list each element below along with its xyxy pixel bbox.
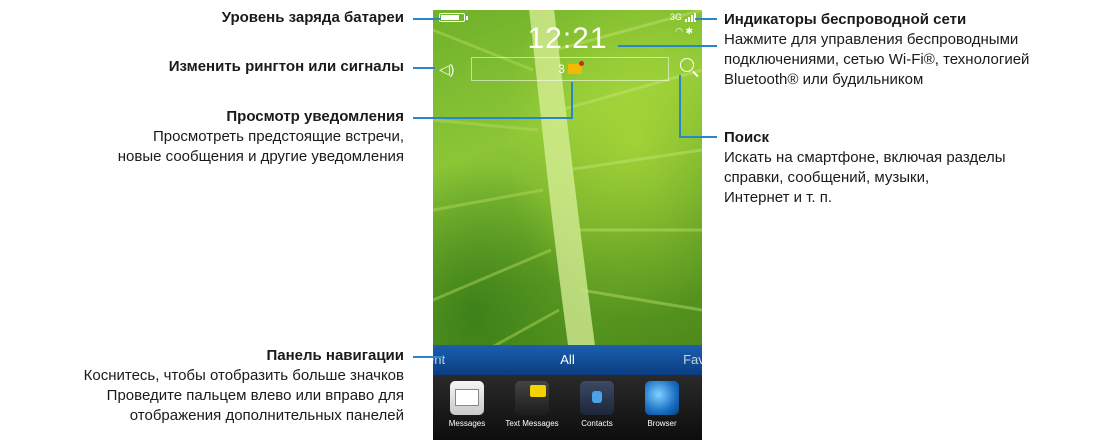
app-messages[interactable]: Messages	[436, 381, 498, 428]
tab-all[interactable]: All	[433, 352, 702, 367]
wireless-callout-line	[695, 18, 717, 20]
notification-callout-line	[413, 117, 573, 119]
wireless-callout-line-2: подключениями, сетью Wi-Fi®, технологией	[724, 51, 1030, 68]
network-status[interactable]: 3G	[670, 12, 696, 22]
notification-count: 3	[558, 62, 565, 76]
app-label: Messages	[448, 419, 486, 428]
wireless-callout-title: Индикаторы беспроводной сети	[724, 11, 967, 28]
mail-icon	[450, 381, 484, 415]
navbar-callout-line-1: Коснитесь, чтобы отобразить больше значк…	[83, 367, 404, 384]
navigation-bar[interactable]: ent All Favo	[433, 345, 702, 375]
battery-callout: Уровень заряда батареи	[222, 8, 404, 28]
search-callout-line-1: Искать на смартфоне, включая разделы	[724, 149, 1006, 166]
battery-callout-title: Уровень заряда батареи	[221, 9, 404, 26]
notification-callout-line-1: Просмотреть предстоящие встречи,	[152, 128, 404, 145]
app-dock: Messages Text Messages Contacts Browser	[433, 375, 702, 440]
notification-callout-line-2: новые сообщения и другие уведомления	[117, 148, 404, 165]
navbar-callout-line-3: отображения дополнительных панелей	[129, 407, 404, 424]
notification-callout-connector	[571, 82, 573, 119]
app-contacts[interactable]: Contacts	[566, 381, 628, 428]
search-callout-line	[679, 136, 717, 138]
navbar-callout-line	[413, 356, 443, 358]
contacts-icon	[580, 381, 614, 415]
battery-icon[interactable]	[439, 13, 468, 22]
browser-icon	[645, 381, 679, 415]
text-messages-icon	[515, 381, 549, 415]
signal-icon	[685, 12, 696, 22]
wireless-callout-line-2	[618, 45, 717, 47]
envelope-icon	[567, 61, 584, 74]
ringtone-callout-title: Изменить рингтон или сигналы	[168, 58, 404, 75]
wireless-callout: Индикаторы беспроводной сети Нажмите для…	[724, 10, 1029, 90]
ringtone-callout: Изменить рингтон или сигналы	[169, 57, 404, 77]
wireless-callout-line-3: Bluetooth® или будильником	[724, 71, 924, 88]
search-icon[interactable]	[680, 58, 694, 72]
app-label: Browser	[647, 419, 677, 428]
search-callout-line-3: Интернет и т. п.	[724, 189, 832, 206]
notification-bar[interactable]: 3	[471, 57, 669, 81]
app-text-messages[interactable]: Text Messages	[501, 381, 563, 428]
tab-favorites[interactable]: Favo	[683, 352, 702, 367]
notification-callout: Просмотр уведомления Просмотреть предсто…	[118, 107, 404, 167]
network-type-label: 3G	[669, 12, 682, 22]
app-label: Contacts	[581, 419, 613, 428]
app-browser[interactable]: Browser	[631, 381, 693, 428]
ringtone-callout-line	[413, 67, 435, 69]
wireless-callout-line-1: Нажмите для управления беспроводными	[724, 31, 1019, 48]
phone-screen: 3G 12:21 ◠ ✱ ◁) 3 ent All Favo Messages …	[433, 10, 702, 440]
navbar-callout: Панель навигации Коснитесь, чтобы отобра…	[84, 346, 404, 426]
navbar-callout-title: Панель навигации	[266, 347, 404, 364]
notification-callout-title: Просмотр уведомления	[226, 108, 404, 125]
search-callout-line-2: справки, сообщений, музыки,	[724, 169, 930, 186]
search-callout-title: Поиск	[724, 129, 770, 146]
search-callout: Поиск Искать на смартфоне, включая разде…	[724, 128, 1006, 208]
battery-callout-line	[413, 18, 441, 20]
app-label: Text Messages	[505, 419, 559, 428]
search-callout-connector	[679, 75, 681, 138]
wifi-icon[interactable]: ◠ ✱	[675, 26, 693, 37]
clock: 12:21	[527, 22, 608, 55]
navbar-callout-line-2: Проведите пальцем влево или вправо для	[106, 387, 404, 404]
speaker-icon[interactable]: ◁)	[439, 61, 454, 78]
